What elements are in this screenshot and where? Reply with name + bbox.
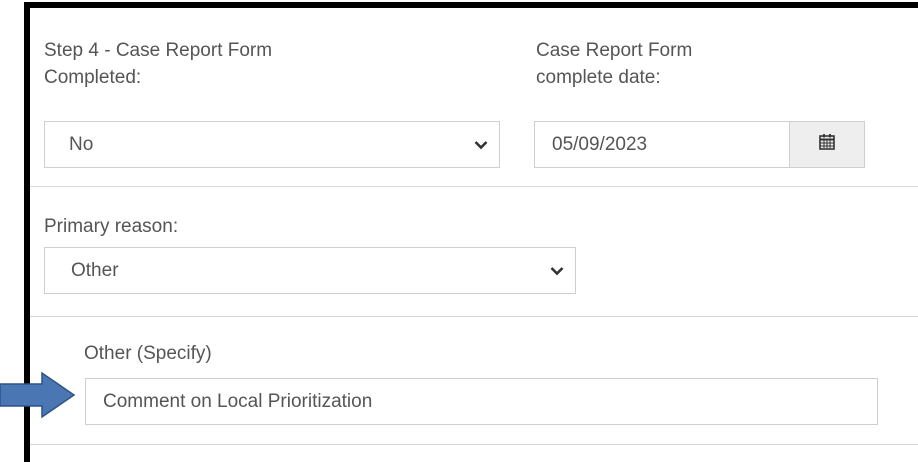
section-divider [30, 186, 918, 187]
calendar-button[interactable] [789, 121, 865, 168]
calendar-icon [818, 133, 836, 156]
step4-select[interactable]: No [44, 121, 500, 168]
other-specify-input[interactable]: Comment on Local Prioritization [85, 378, 878, 425]
complete-date-label-line2: complete date: [536, 67, 661, 88]
complete-date-input[interactable]: 05/09/2023 [534, 121, 790, 168]
form-panel: Step 4 - Case Report Form Completed: No … [24, 2, 918, 462]
step4-label-line1: Step 4 - Case Report Form [44, 40, 273, 61]
step4-selected-value: No [69, 133, 94, 155]
complete-date-label-line1: Case Report Form [536, 40, 693, 61]
chevron-down-icon [463, 134, 499, 156]
right-arrow-icon [0, 371, 78, 424]
other-specify-label: Other (Specify) [84, 343, 212, 364]
section-divider [30, 316, 918, 317]
section-divider [30, 444, 918, 445]
step4-label-line2: Completed: [44, 67, 142, 88]
chevron-down-icon [539, 260, 575, 282]
primary-reason-selected-value: Other [71, 259, 119, 281]
primary-reason-select[interactable]: Other [44, 247, 576, 294]
primary-reason-label: Primary reason: [44, 216, 179, 237]
